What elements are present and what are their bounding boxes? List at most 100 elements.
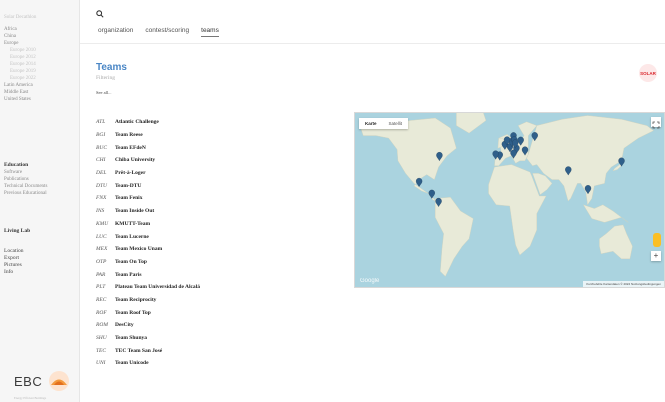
sidebar-item-technical-documents[interactable]: Technical Documents xyxy=(4,183,47,190)
sidebar-item-europe-2014[interactable]: Europe 2014 xyxy=(4,61,36,68)
team-name: Team Mexico Unam xyxy=(115,246,163,253)
team-row[interactable]: DTU Team-DTU xyxy=(96,179,346,192)
team-name: Atlantic Challenge xyxy=(115,119,159,126)
team-row[interactable]: DEL Prêt-à-Loger xyxy=(96,167,346,180)
team-row[interactable]: FNX Team Fenix xyxy=(96,192,346,205)
team-row[interactable]: CHI Chiba University xyxy=(96,154,346,167)
sidebar-tools: Location Export Pictures Info xyxy=(4,248,24,276)
team-code: OTP xyxy=(96,258,107,265)
team-name: Team Paris xyxy=(115,271,142,278)
team-row[interactable]: PAR Team Paris xyxy=(96,268,346,281)
team-row[interactable]: REC Team Reciprocity xyxy=(96,294,346,307)
team-code: UNI xyxy=(96,360,106,367)
team-name: Chiba University xyxy=(115,157,156,164)
tab-contest-scoring[interactable]: contest/scoring xyxy=(145,27,189,37)
zoom-in-button[interactable]: + xyxy=(651,251,661,261)
team-code: KMU xyxy=(96,220,109,227)
sidebar-item-europe-2010[interactable]: Europe 2010 xyxy=(4,47,36,54)
map-attribution[interactable]: Kurzbefehle Kartendaten © 2022 Nutzungsb… xyxy=(583,281,664,287)
map-type-satellit[interactable]: Satellit xyxy=(383,118,409,129)
team-code: ATL xyxy=(96,119,106,126)
team-code: PLT xyxy=(96,284,106,291)
team-row[interactable]: ATL Atlantic Challenge xyxy=(96,116,346,129)
team-name: Team On Top xyxy=(115,258,147,265)
team-code: FNX xyxy=(96,195,107,202)
team-row[interactable]: KMU KMUTT-Team xyxy=(96,218,346,231)
street-view-pegman-icon[interactable] xyxy=(653,233,661,247)
team-row[interactable]: ROM DesCity xyxy=(96,319,346,332)
sidebar-item-europe-2012[interactable]: Europe 2012 xyxy=(4,54,36,61)
team-code: INS xyxy=(96,208,105,215)
team-code: ROF xyxy=(96,309,107,316)
team-name: Team-DTU xyxy=(115,182,142,189)
sidebar-living-lab: Living Lab xyxy=(4,228,30,235)
sidebar-item-united-states[interactable]: United States xyxy=(4,96,36,103)
team-row[interactable]: BUC Team EFdeN xyxy=(96,141,346,154)
team-code: MEX xyxy=(96,246,108,253)
google-wordmark: Google xyxy=(360,278,380,284)
team-name: KMUTT-Team xyxy=(115,220,151,227)
sidebar-item-software[interactable]: Software xyxy=(4,169,47,176)
sidebar-item-publications[interactable]: Publications xyxy=(4,176,47,183)
see-all-link[interactable]: See all... xyxy=(96,90,112,95)
sidebar-item-europe-2019[interactable]: Europe 2019 xyxy=(4,68,36,75)
team-name: Team Roof Top xyxy=(115,309,151,316)
sidebar-item-europe-2022[interactable]: Europe 2022 xyxy=(4,75,36,82)
page-title: Teams xyxy=(96,62,127,73)
team-name: Team Reese xyxy=(115,132,143,139)
team-code: TEC xyxy=(96,347,107,354)
tab-teams[interactable]: teams xyxy=(201,27,219,37)
team-row[interactable]: INS Team Inside Out xyxy=(96,205,346,218)
map-type-karte[interactable]: Karte xyxy=(359,118,383,129)
sidebar: Solar Decathlon Africa China Europe Europe 2… xyxy=(0,0,80,402)
solar-decathlon-logo: SOLAR xyxy=(639,64,657,82)
team-row[interactable]: ROF Team Roof Top xyxy=(96,306,346,319)
team-row[interactable]: PLT Plateau Team Universidad de Alcalá xyxy=(96,281,346,294)
sidebar-item-pictures[interactable]: Pictures xyxy=(4,262,24,269)
team-name: DesCity xyxy=(115,322,134,329)
team-name: Team EFdeN xyxy=(115,144,146,151)
sidebar-item-china[interactable]: China xyxy=(4,33,36,40)
team-row[interactable]: MEX Team Mexico Unam xyxy=(96,243,346,256)
sidebar-item-europe[interactable]: Europe xyxy=(4,40,36,47)
team-map[interactable]: Karte Satellit + Google Kurzbefehle Karte… xyxy=(354,112,665,288)
team-row[interactable]: TEC TEC Team San José xyxy=(96,344,346,357)
team-list: ATL Atlantic Challenge BGI Team Reese BUC Tea… xyxy=(96,116,346,370)
team-row[interactable]: LUC Team Lucerne xyxy=(96,230,346,243)
team-name: Plateau Team Universidad de Alcalá xyxy=(115,284,200,291)
team-code: DEL xyxy=(96,170,107,177)
team-row[interactable]: SHU Team Shunya xyxy=(96,332,346,345)
fullscreen-icon[interactable] xyxy=(651,117,661,129)
team-code: PAR xyxy=(96,271,106,278)
team-code: BGI xyxy=(96,132,106,139)
sidebar-item-previous-educational[interactable]: Previous Educational xyxy=(4,190,47,197)
sidebar-item-location[interactable]: Location xyxy=(4,248,24,255)
tab-organization[interactable]: organization xyxy=(98,27,133,37)
page-subtitle: Filtering xyxy=(96,75,115,81)
sidebar-item-education[interactable]: Education xyxy=(4,162,47,169)
team-name: Team Fenix xyxy=(115,195,143,202)
sidebar-item-info[interactable]: Info xyxy=(4,269,24,276)
team-code: SHU xyxy=(96,335,107,342)
team-name: Team Lucerne xyxy=(115,233,149,240)
team-row[interactable]: OTP Team On Top xyxy=(96,256,346,269)
sidebar-item-africa[interactable]: Africa xyxy=(4,26,36,33)
team-name: Team Unicode xyxy=(115,360,149,367)
tab-bar: organization contest/scoring teams xyxy=(98,27,219,37)
sidebar-item-export[interactable]: Export xyxy=(4,255,24,262)
search-icon[interactable] xyxy=(96,10,104,18)
team-name: TEC Team San José xyxy=(115,347,163,354)
team-row[interactable]: UNI Team Unicode xyxy=(96,357,346,370)
sidebar-item-solar-decathlon[interactable]: Solar Decathlon xyxy=(4,14,36,21)
team-code: ROM xyxy=(96,322,108,329)
sidebar-item-latin-america[interactable]: Latin America xyxy=(4,82,36,89)
team-row[interactable]: BGI Team Reese xyxy=(96,129,346,142)
ebc-logo: EBC xyxy=(14,370,70,396)
world-map xyxy=(355,113,664,287)
logo-subtitle: Energy Efficient Buildings xyxy=(14,396,47,400)
sidebar-item-middle-east[interactable]: Middle East xyxy=(4,89,36,96)
sidebar-competitions: Solar Decathlon Africa China Europe Europe 2… xyxy=(4,14,36,103)
team-code: CHI xyxy=(96,157,106,164)
sidebar-item-living-lab[interactable]: Living Lab xyxy=(4,228,30,235)
search-input[interactable] xyxy=(110,8,530,20)
